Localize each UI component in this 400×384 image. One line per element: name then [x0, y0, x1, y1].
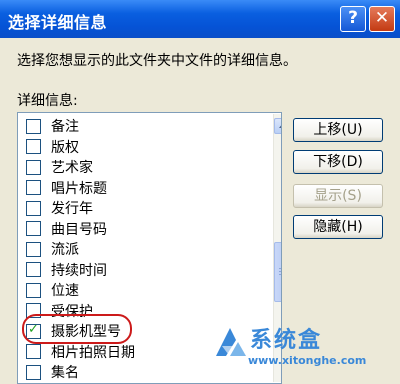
watermark-brand: 系统盒 [250, 328, 323, 353]
show-button[interactable]: 显示(S) [293, 184, 383, 208]
instruction-text: 选择您想显示的此文件夹中文件的详细信息。 [17, 53, 297, 69]
close-button[interactable]: ✕ [369, 6, 395, 32]
list-item[interactable]: 集名 [26, 361, 256, 383]
list-item-label: 发行年 [51, 201, 93, 217]
list-item-label: 流派 [51, 242, 79, 258]
list-item-label: 曲目号码 [51, 221, 107, 238]
checkbox[interactable] [26, 221, 41, 236]
list-item-label: 版权 [51, 139, 79, 156]
list-item[interactable]: 备注 [26, 115, 256, 137]
title-bar[interactable]: 选择详细信息 ? ✕ [0, 0, 400, 38]
list-item-label: 集名 [51, 365, 79, 381]
checkbox[interactable] [26, 282, 41, 298]
grip-line [279, 268, 281, 269]
checkbox[interactable] [26, 262, 41, 277]
list-item-label: 位速 [51, 283, 79, 299]
checkbox[interactable] [26, 364, 41, 380]
checkbox[interactable] [26, 118, 41, 134]
hide-button[interactable]: 隐藏(H) [293, 215, 383, 239]
list-item[interactable]: 流派 [26, 238, 256, 260]
checkbox[interactable] [26, 180, 41, 195]
checkbox[interactable] [26, 200, 41, 216]
list-item-label: 备注 [51, 119, 79, 135]
grip-line [279, 274, 281, 275]
help-button[interactable]: ? [340, 6, 366, 32]
list-item[interactable]: 版权 [26, 136, 256, 158]
checkbox[interactable] [26, 344, 41, 359]
list-item-label: 唱片标题 [51, 180, 107, 197]
chevron-up-icon [279, 123, 281, 128]
details-label: 详细信息: [17, 93, 78, 109]
watermark-url: www.xitonghe.com [248, 354, 367, 367]
checkbox[interactable] [26, 139, 41, 154]
list-item-label: 艺术家 [51, 160, 93, 176]
checkbox[interactable] [26, 159, 41, 175]
list-item[interactable]: 唱片标题 [26, 177, 256, 199]
scroll-thumb[interactable] [274, 242, 281, 302]
watermark-logo-icon [216, 328, 246, 356]
move-up-button[interactable]: 上移(U) [293, 118, 383, 142]
list-item[interactable]: 持续时间 [26, 259, 256, 281]
list-item[interactable]: 位速 [26, 279, 256, 301]
list-item-label: 相片拍照日期 [51, 344, 135, 361]
list-item[interactable]: 发行年 [26, 197, 256, 219]
grip-line [279, 271, 281, 272]
dialog-title: 选择详细信息 [8, 13, 108, 32]
checkbox[interactable] [26, 241, 41, 257]
list-item[interactable]: 曲目号码 [26, 218, 256, 240]
list-item-label: 持续时间 [51, 262, 107, 279]
scroll-up-button[interactable] [274, 118, 281, 134]
list-item[interactable]: 艺术家 [26, 156, 256, 178]
move-down-button[interactable]: 下移(D) [293, 150, 383, 174]
highlight-annotation [22, 314, 132, 344]
